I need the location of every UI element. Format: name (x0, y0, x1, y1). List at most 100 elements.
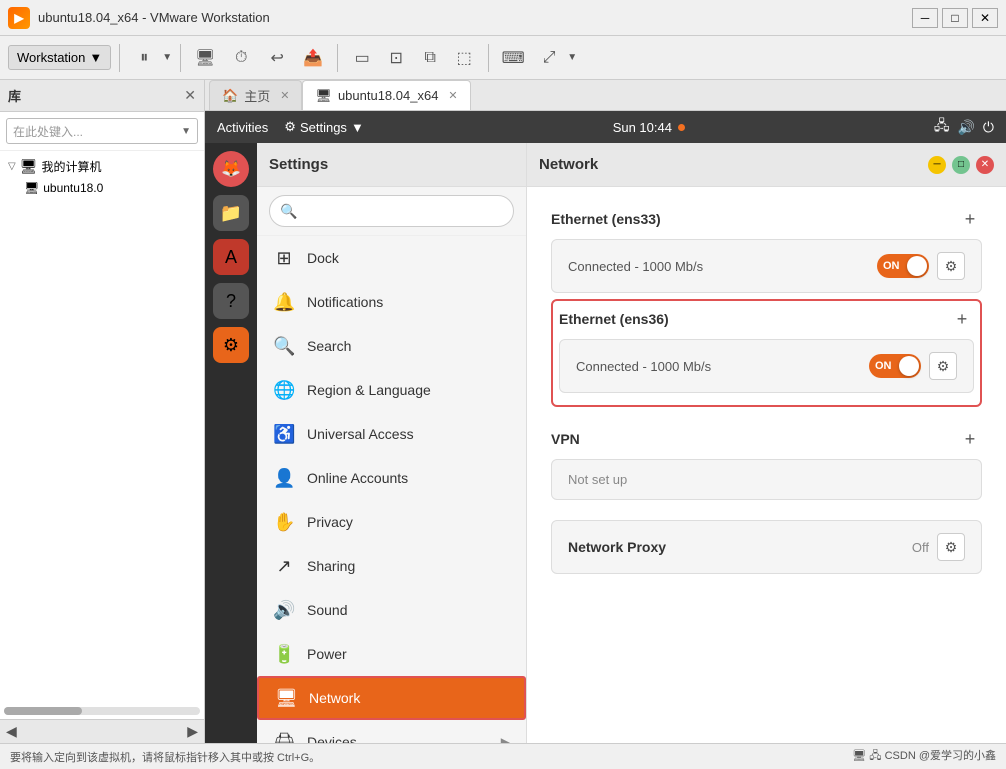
library-search-dropdown[interactable]: ▼ (181, 126, 191, 137)
proxy-settings-button[interactable]: ⚙ (937, 533, 965, 561)
ubuntu-volume-icon[interactable]: 🔊 (957, 119, 974, 136)
settings-item-region[interactable]: 🌐 Region & Language (257, 368, 526, 412)
computer-icon: 🖥 (20, 158, 38, 175)
sound-icon: 🔊 (273, 600, 295, 621)
settings-item-accounts[interactable]: 👤 Online Accounts (257, 456, 526, 500)
ethernet1-add-button[interactable]: + (958, 207, 982, 231)
tree-item-my-computer[interactable]: ▽ 🖥 我的计算机 (4, 155, 200, 178)
console-button[interactable]: ⌨ (497, 44, 529, 72)
ethernet1-settings-button[interactable]: ⚙ (937, 252, 965, 280)
network-panel-title: Network (539, 156, 598, 173)
main-area: 库 ✕ 在此处键入... ▼ ▽ 🖥 我的计算机 🖥 ubuntu18.0 (0, 80, 1006, 743)
ubuntu-network-icon[interactable]: 🖧 (934, 115, 950, 139)
settings-header: Settings (257, 143, 526, 187)
ubuntu-time: Sun 10:44 (613, 120, 672, 135)
tab-vm[interactable]: 🖥 ubuntu18.04_x64 ✕ (302, 80, 470, 110)
ethernet2-add-button[interactable]: + (950, 307, 974, 331)
share-button[interactable]: 📤 (297, 44, 329, 72)
proxy-status: Off (912, 540, 929, 555)
proxy-section: Network Proxy Off ⚙ (551, 520, 982, 574)
view-normal-button[interactable]: ▭ (346, 44, 378, 72)
vm-tree-label: ubuntu18.0 (43, 181, 103, 195)
stretch-dropdown[interactable]: ▼ (567, 52, 577, 63)
ethernet2-settings-button[interactable]: ⚙ (929, 352, 957, 380)
settings-menu-button[interactable]: ⚙ Settings ▼ (284, 119, 364, 135)
pause-button[interactable]: ⏸ (128, 44, 160, 72)
close-button[interactable]: ✕ (972, 8, 998, 28)
vm-tab-label: ubuntu18.04_x64 (338, 88, 438, 103)
settings-item-sound[interactable]: 🔊 Sound (257, 588, 526, 632)
workstation-button[interactable]: Workstation ▼ (8, 45, 111, 70)
library-bottom-bar: ◀ ▶ (0, 719, 204, 743)
vpn-add-button[interactable]: + (958, 427, 982, 451)
ubuntu-power-icon[interactable]: ⏻ (983, 119, 994, 136)
settings-item-universal[interactable]: ♿ Universal Access (257, 412, 526, 456)
stretch-button[interactable]: ⤢ (533, 44, 565, 72)
toolbar-group-3: ⤢ ▼ (533, 44, 577, 72)
settings-item-notifications[interactable]: 🔔 Notifications (257, 280, 526, 324)
ubuntu-dock: 🦊 📁 A ? ⚙ ⊞ (205, 143, 257, 743)
nav-back-button[interactable]: ◀ (6, 723, 17, 740)
nav-forward-button[interactable]: ▶ (187, 723, 198, 740)
search-label: Search (307, 338, 351, 354)
maximize-button[interactable]: □ (942, 8, 968, 28)
software-icon[interactable]: A (213, 239, 249, 275)
view-unity-button[interactable]: ⧉ (414, 44, 446, 72)
search-icon: 🔍 (273, 336, 295, 357)
vm-tab-close[interactable]: ✕ (448, 89, 457, 102)
settings-item-devices[interactable]: 🖨 Devices ▶ (257, 720, 526, 743)
help-icon[interactable]: ? (213, 283, 249, 319)
library-close-button[interactable]: ✕ (184, 87, 196, 104)
ethernet1-title: Ethernet (ens33) (551, 211, 661, 227)
ethernet1-status: Connected - 1000 Mb/s (568, 259, 703, 274)
tree-expand-arrow: ▽ (8, 161, 16, 172)
vmware-window: ▶ ubuntu18.04_x64 - VMware Workstation ─… (0, 0, 1006, 769)
settings-dock-icon[interactable]: ⚙ (213, 327, 249, 363)
toolbar-group-1: ⏸ ▼ (128, 44, 172, 72)
vpn-card: Not set up (551, 459, 982, 500)
minimize-button[interactable]: ─ (912, 8, 938, 28)
network-icon: 🖥 (275, 688, 297, 709)
activities-button[interactable]: Activities (217, 120, 268, 135)
title-bar-controls: ─ □ ✕ (912, 8, 998, 28)
settings-item-privacy[interactable]: ✋ Privacy (257, 500, 526, 544)
workstation-label: Workstation (17, 50, 85, 65)
ethernet2-status: Connected - 1000 Mb/s (576, 359, 711, 374)
settings-item-dock[interactable]: ⊞ Dock (257, 236, 526, 280)
settings-item-power[interactable]: 🔋 Power (257, 632, 526, 676)
library-panel: 库 ✕ 在此处键入... ▼ ▽ 🖥 我的计算机 🖥 ubuntu18.0 (0, 80, 205, 743)
settings-search-box[interactable]: 🔍 (269, 195, 514, 227)
settings-search-area: 🔍 (257, 187, 526, 236)
sharing-label: Sharing (307, 558, 355, 574)
settings-item-sharing[interactable]: ↗ Sharing (257, 544, 526, 588)
universal-label: Universal Access (307, 426, 414, 442)
privacy-icon: ✋ (273, 512, 295, 533)
privacy-label: Privacy (307, 514, 353, 530)
vpn-title: VPN (551, 431, 580, 447)
settings-search-icon: 🔍 (280, 203, 297, 220)
tab-home[interactable]: 🏠 主页 ✕ (209, 80, 302, 110)
window-minimize-button[interactable]: ─ (928, 156, 946, 174)
accounts-icon: 👤 (273, 468, 295, 489)
settings-item-search[interactable]: 🔍 Search (257, 324, 526, 368)
tree-subitem-vm[interactable]: 🖥 ubuntu18.0 (20, 178, 200, 198)
revert-button[interactable]: ↩ (261, 44, 293, 72)
toolbar-separator-3 (337, 44, 338, 72)
library-scrollbar[interactable] (4, 707, 200, 715)
window-close-button[interactable]: ✕ (976, 156, 994, 174)
files-icon[interactable]: 📁 (213, 195, 249, 231)
settings-item-network[interactable]: 🖥 Network (257, 676, 526, 720)
snapshot-button[interactable]: ⏱ (225, 44, 257, 72)
window-maximize-button[interactable]: □ (952, 156, 970, 174)
library-tree: ▽ 🖥 我的计算机 🖥 ubuntu18.0 (0, 151, 204, 703)
notifications-icon: 🔔 (273, 292, 295, 313)
ethernet1-toggle[interactable]: ON (877, 254, 929, 278)
home-tab-close[interactable]: ✕ (280, 89, 289, 102)
ethernet2-toggle[interactable]: ON (869, 354, 921, 378)
view-fullscreen-button[interactable]: ⊡ (380, 44, 412, 72)
ubuntu-topbar: Activities ⚙ Settings ▼ Sun 10:44 🖧 🔊 (205, 111, 1006, 143)
view-fit-button[interactable]: ⬚ (448, 44, 480, 72)
firefox-icon[interactable]: 🦊 (213, 151, 249, 187)
vm-settings-button[interactable]: 🖥 (189, 44, 221, 72)
pause-dropdown[interactable]: ▼ (162, 52, 172, 63)
